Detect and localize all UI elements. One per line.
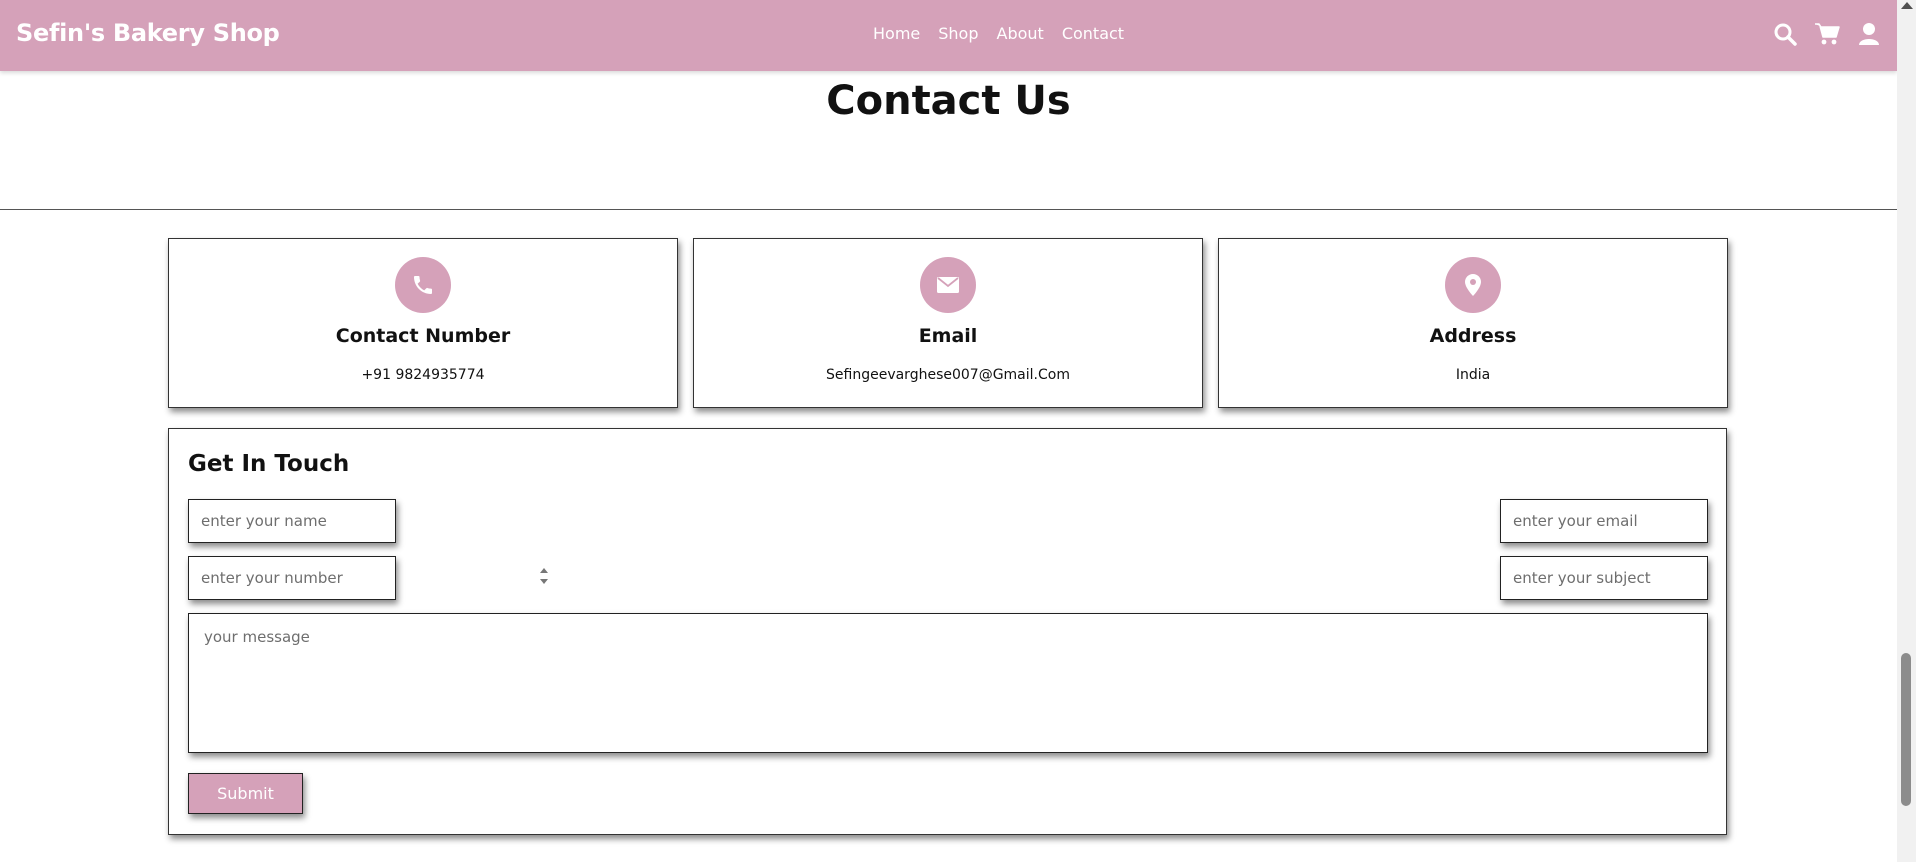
nav-about-link[interactable]: About — [997, 24, 1044, 43]
location-pin-icon — [1445, 257, 1501, 313]
email-input[interactable] — [1500, 499, 1708, 543]
user-icon[interactable] — [1855, 20, 1883, 48]
site-header: Sefin's Bakery Shop Home Shop About Cont… — [0, 0, 1897, 71]
address-card: Address India — [1218, 238, 1728, 408]
subject-input[interactable] — [1500, 556, 1708, 600]
contact-form: Get In Touch Submit — [168, 428, 1727, 835]
phone-icon — [395, 257, 451, 313]
number-spinner-icon[interactable] — [539, 565, 549, 589]
scrollbar-thumb[interactable] — [1901, 653, 1911, 806]
nav-contact-link[interactable]: Contact — [1062, 24, 1124, 43]
email-card: Email Sefingeevarghese007@Gmail.Com — [693, 238, 1203, 408]
card-value: +91 9824935774 — [361, 367, 485, 383]
card-title: Email — [918, 325, 978, 347]
header-icons — [1771, 20, 1897, 48]
card-title: Contact Number — [335, 325, 511, 347]
search-icon[interactable] — [1771, 20, 1799, 48]
submit-button[interactable]: Submit — [188, 773, 303, 814]
nav-home-link[interactable]: Home — [873, 24, 920, 43]
card-value: Sefingeevarghese007@Gmail.Com — [826, 367, 1070, 383]
site-logo[interactable]: Sefin's Bakery Shop — [16, 19, 280, 47]
card-title: Address — [1429, 325, 1517, 347]
scroll-up-arrow-icon[interactable] — [1901, 2, 1913, 9]
card-value: India — [1455, 367, 1491, 383]
main-nav: Home Shop About Contact — [873, 24, 1142, 43]
section-divider — [0, 209, 1897, 210]
number-input[interactable] — [188, 556, 396, 600]
page-title: Contact Us — [826, 78, 1071, 124]
form-title: Get In Touch — [188, 451, 350, 477]
nav-shop-link[interactable]: Shop — [938, 24, 978, 43]
cart-icon[interactable] — [1813, 20, 1841, 48]
name-input[interactable] — [188, 499, 396, 543]
envelope-icon — [920, 257, 976, 313]
message-textarea[interactable] — [188, 613, 1708, 753]
contact-number-card: Contact Number +91 9824935774 — [168, 238, 678, 408]
page-scrollbar[interactable] — [1897, 0, 1916, 862]
